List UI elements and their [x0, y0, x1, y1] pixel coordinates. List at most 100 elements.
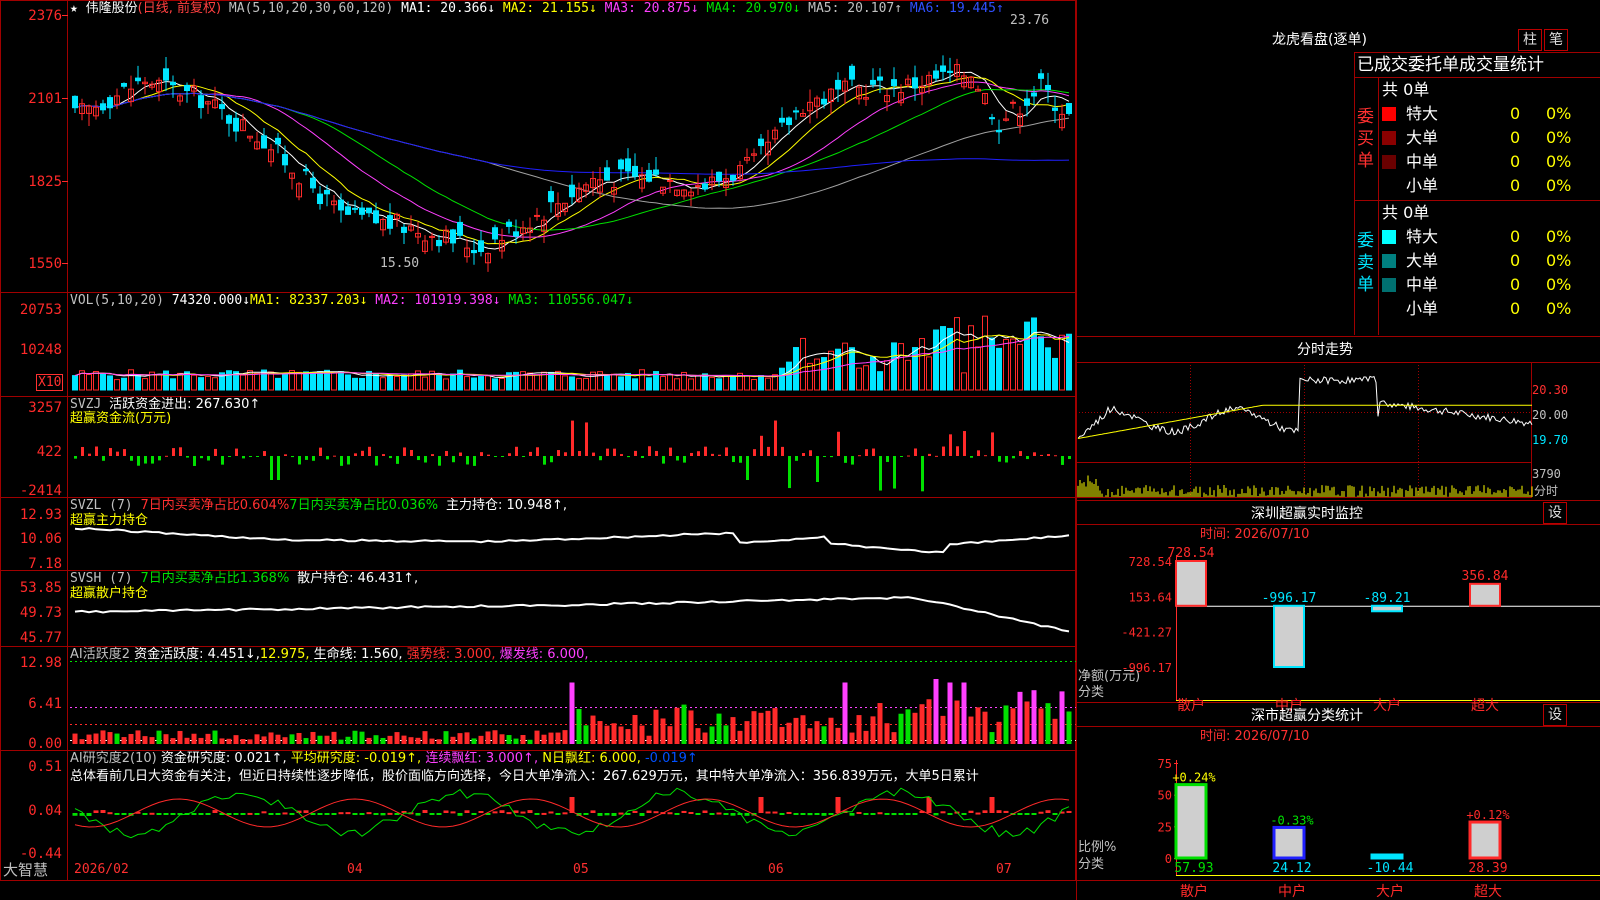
- candle: [268, 144, 274, 167]
- candle-body: [226, 115, 232, 124]
- candle: [975, 85, 981, 92]
- ai-activity-bar: [219, 738, 225, 744]
- svzl-ytick-1: 10.06: [20, 531, 62, 547]
- ai-activity-bar: [954, 700, 960, 744]
- research-bar: [114, 813, 120, 815]
- candle-body: [163, 68, 169, 81]
- period-label[interactable]: (日线, 前复权): [138, 1, 221, 16]
- ai-activity-bar: [100, 730, 106, 744]
- candlestick-series[interactable]: [72, 55, 1072, 272]
- candle: [534, 207, 540, 221]
- svzj-bar: [1068, 456, 1071, 460]
- ai-activity-bar: [688, 710, 694, 744]
- research-bars[interactable]: [72, 787, 1072, 839]
- svzj-bar: [480, 452, 483, 456]
- ai-activity-bar: [226, 738, 232, 744]
- svzj-bar: [767, 446, 770, 456]
- svzj-bar: [697, 451, 700, 456]
- svzj-bar: [620, 454, 623, 456]
- candle: [247, 135, 253, 143]
- sz-class-chart[interactable]: 75 50 25 0 +0.24% 57.93 散户 -0.33% 24.12 中户 -10.44 大…: [1158, 757, 1600, 900]
- svzl-ytick-0: 12.93: [20, 507, 62, 523]
- candle-body: [632, 165, 638, 177]
- ai-burstline: 爆发线: 6.000,: [499, 647, 589, 662]
- sz-class-time: 时间: 2026/07/10: [1200, 729, 1310, 744]
- ai-activity-bars[interactable]: [70, 661, 1076, 745]
- bar-view-button[interactable]: 柱: [1518, 29, 1542, 51]
- volume-bar: [646, 377, 652, 391]
- tick-view-button[interactable]: 笔: [1544, 29, 1568, 51]
- intraday-chart[interactable]: [1077, 375, 1533, 497]
- volume-bar: [471, 377, 477, 391]
- research-bar: [1031, 813, 1037, 815]
- ai-activity-bar: [569, 682, 575, 744]
- candle: [324, 184, 330, 207]
- research-bar: [625, 813, 631, 815]
- tab-orders[interactable]: 委托单: [1408, 55, 1459, 75]
- candle-body: [695, 185, 701, 188]
- volume-bar: [828, 350, 834, 391]
- ai-activity-bar: [282, 737, 288, 744]
- ai-activity-bar: [72, 733, 78, 744]
- candle: [779, 107, 785, 128]
- rs-value: 资金研究度: 0.021↑,: [160, 751, 287, 766]
- svsh-line[interactable]: [74, 596, 1070, 633]
- candle-body: [506, 221, 512, 227]
- star-icon[interactable]: ★: [70, 1, 78, 16]
- sz-monitor-chart[interactable]: 728.54153.64-421.27-996.17728.54散户-996.1…: [1121, 546, 1600, 714]
- volume-bar: [1052, 357, 1058, 391]
- svzj-bars[interactable]: [74, 420, 1071, 492]
- candle-body: [604, 167, 610, 181]
- sz-monitor-title: 深圳超赢实时监控: [1251, 506, 1363, 522]
- candle: [429, 232, 435, 251]
- svzj-bar: [816, 456, 819, 483]
- svzl-ratio-red: 7日内买卖净占比0.604%: [140, 498, 290, 513]
- research-bar: [772, 811, 778, 814]
- ai-activity-bar: [576, 709, 582, 744]
- tab-volume-stats[interactable]: 成交量统计: [1459, 55, 1544, 75]
- ai-activity-bar: [814, 721, 820, 744]
- tab-filled[interactable]: 已成交: [1357, 55, 1408, 75]
- sz-monitor-settings-button[interactable]: 设: [1543, 502, 1567, 524]
- sz-class-settings-button[interactable]: 设: [1543, 704, 1567, 726]
- ai-activity-bar: [471, 738, 477, 744]
- szm-bar-中户: [1273, 604, 1305, 668]
- szc-ytick-3: 0: [1165, 852, 1172, 866]
- volume-bar: [212, 377, 218, 391]
- volume-bar: [758, 375, 764, 391]
- svzl-line[interactable]: [74, 527, 1070, 554]
- research-bar: [317, 813, 323, 815]
- svzj-bar: [172, 448, 175, 456]
- research-bar: [632, 810, 638, 813]
- svzj-bar: [613, 448, 616, 456]
- candle: [688, 188, 694, 207]
- research-bar: [800, 813, 806, 815]
- szc-ytick-1: 50: [1158, 789, 1172, 803]
- research-bar: [765, 811, 771, 814]
- szm-bar-散户: [1175, 560, 1207, 607]
- ai-activity-bar: [758, 712, 764, 744]
- candle-body: [870, 79, 876, 85]
- rs-ytick-1: 0.04: [28, 803, 62, 819]
- ai-activity-bar: [1024, 701, 1030, 744]
- ai-activity-bar: [940, 715, 946, 744]
- svzj-bar: [249, 456, 252, 457]
- candle: [646, 163, 652, 183]
- svzj-bar: [746, 456, 749, 480]
- svsh-name: 超赢散户持仓: [70, 586, 149, 601]
- candle: [793, 106, 799, 120]
- ai-activity-bar: [772, 708, 778, 744]
- volume-bar: [142, 378, 148, 391]
- ai-activity-bar: [289, 734, 295, 744]
- candle-body: [121, 82, 127, 87]
- sz-class-xlabel: 分类: [1078, 857, 1105, 872]
- candle-body: [359, 207, 365, 215]
- svzj-bar: [340, 456, 343, 466]
- volume-bars[interactable]: [72, 315, 1072, 391]
- candle-body: [940, 65, 946, 72]
- research-bar: [674, 813, 680, 815]
- svzj-bar: [277, 456, 280, 480]
- ai-activity-bar: [380, 737, 386, 744]
- svzj-bar: [81, 446, 84, 456]
- buy-count-0: 0: [1510, 104, 1521, 123]
